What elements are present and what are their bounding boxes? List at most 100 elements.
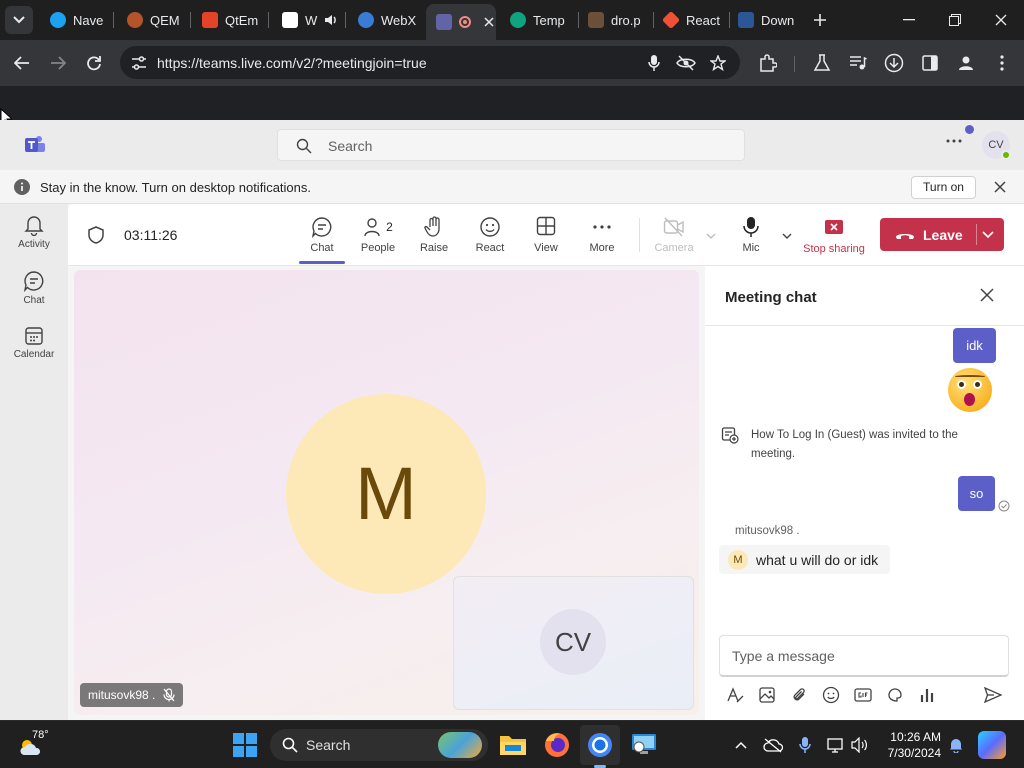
taskbar-clock[interactable]: 10:26 AM 7/30/2024: [885, 729, 941, 761]
dismiss-banner-icon[interactable]: [994, 181, 1006, 193]
astonished-emoji-icon[interactable]: [948, 368, 992, 412]
taskbar-firefox[interactable]: [543, 731, 571, 759]
notification-bell-icon[interactable]: [949, 737, 963, 753]
rail-item-calendar[interactable]: Calendar: [0, 326, 68, 360]
sticker-button[interactable]: [885, 685, 905, 705]
profile-button[interactable]: [954, 51, 978, 75]
mic-button[interactable]: Mic: [723, 216, 779, 254]
settings-more-button[interactable]: [946, 139, 962, 143]
stop-share-icon: [825, 220, 843, 234]
browser-tab[interactable]: QtEm: [192, 6, 264, 34]
browser-tab[interactable]: QEM: [117, 6, 187, 34]
downloads-button[interactable]: [882, 51, 906, 75]
raise-hand-button[interactable]: Raise: [406, 216, 462, 254]
camera-button[interactable]: Camera: [646, 216, 702, 254]
browser-tab-active[interactable]: [426, 4, 496, 40]
extensions-button[interactable]: [756, 51, 780, 75]
their-message-bubble[interactable]: M what u will do or idk: [719, 545, 891, 574]
close-window-button[interactable]: [986, 8, 1016, 32]
add-person-icon: [721, 427, 739, 444]
back-button[interactable]: [10, 51, 34, 75]
self-video-tile[interactable]: CV: [453, 576, 694, 710]
lab-button[interactable]: [810, 51, 834, 75]
tray-overflow-chevron-icon[interactable]: [735, 741, 747, 749]
browser-menu-button[interactable]: [990, 51, 1014, 75]
tab-title: QEM: [150, 12, 180, 28]
turn-on-notifications-button[interactable]: Turn on: [911, 176, 976, 199]
microphone-icon[interactable]: [648, 54, 660, 72]
poll-button[interactable]: [917, 685, 937, 705]
weather-widget[interactable]: 78°: [18, 729, 49, 759]
speaker-icon[interactable]: [851, 737, 869, 753]
meeting-chat-panel: Meeting chat idk How To Log In (Guest) w…: [705, 266, 1024, 720]
people-button[interactable]: 2 People: [350, 216, 406, 254]
taskbar-remote-desktop[interactable]: [630, 731, 658, 759]
participant-name: mitusovk98 .: [88, 688, 156, 702]
cloud-offline-icon[interactable]: [763, 737, 783, 753]
leave-meeting-button[interactable]: Leave: [880, 218, 1004, 251]
image-button[interactable]: [757, 685, 777, 705]
browser-tab[interactable]: Temp: [500, 6, 576, 34]
bell-icon: [24, 216, 44, 236]
taskbar-search[interactable]: Search: [270, 729, 488, 761]
browser-tab[interactable]: WebX: [348, 6, 422, 34]
mic-options-chevron-icon[interactable]: [782, 233, 792, 239]
browser-tab[interactable]: React: [653, 6, 727, 34]
view-button[interactable]: View: [518, 216, 574, 254]
emoji-button[interactable]: [821, 685, 841, 705]
tab-favicon: [661, 10, 681, 30]
rail-item-activity[interactable]: Activity: [0, 214, 68, 250]
control-label: React: [475, 242, 505, 254]
hand-raise-icon: [424, 216, 440, 237]
restore-button[interactable]: [940, 8, 970, 32]
microphone-in-use-icon[interactable]: [799, 736, 811, 754]
media-controls-button[interactable]: [846, 51, 870, 75]
rail-item-chat[interactable]: Chat: [0, 270, 68, 306]
close-tab-icon[interactable]: [484, 17, 494, 27]
chat-icon: [311, 217, 332, 238]
taskbar-file-explorer[interactable]: [499, 731, 527, 759]
shield-icon[interactable]: [88, 226, 104, 244]
minimize-button[interactable]: [894, 8, 924, 32]
tab-title: Nave: [73, 12, 104, 28]
reload-button[interactable]: [82, 51, 106, 75]
close-chat-icon[interactable]: [980, 288, 994, 302]
attach-button[interactable]: [789, 685, 809, 705]
address-bar[interactable]: https://teams.live.com/v2/?meetingjoin=t…: [120, 46, 740, 79]
stop-sharing-button[interactable]: Stop sharing: [800, 216, 868, 255]
user-avatar[interactable]: CV: [982, 131, 1011, 160]
my-message-bubble[interactable]: idk: [953, 328, 996, 363]
message-sender-name: mitusovk98 .: [735, 525, 800, 537]
format-button[interactable]: [725, 685, 745, 705]
tab-favicon: [282, 12, 298, 28]
browser-tab[interactable]: dro.p: [578, 6, 650, 34]
notification-text: Stay in the know. Turn on desktop notifi…: [40, 180, 311, 195]
camera-options-chevron-icon[interactable]: [706, 233, 716, 239]
browser-tab[interactable]: Down: [728, 6, 802, 34]
tab-search-button[interactable]: [5, 6, 33, 34]
start-button[interactable]: [231, 731, 259, 759]
browser-tab[interactable]: W: [272, 6, 340, 34]
more-actions-button[interactable]: More: [574, 216, 630, 254]
copilot-icon[interactable]: [978, 731, 1006, 759]
site-info-icon[interactable]: [131, 56, 147, 70]
teams-search-input[interactable]: Search: [277, 129, 745, 161]
forward-button[interactable]: [46, 51, 70, 75]
browser-tab[interactable]: Nave: [40, 6, 110, 34]
react-button[interactable]: React: [462, 216, 518, 254]
my-message-bubble[interactable]: so: [958, 476, 995, 511]
taskbar-chrome[interactable]: [580, 725, 620, 768]
message-input[interactable]: [720, 636, 1008, 675]
side-panel-button[interactable]: [918, 51, 942, 75]
send-button[interactable]: [983, 685, 1003, 705]
gif-button[interactable]: [853, 685, 873, 705]
tab-favicon: [202, 12, 218, 28]
star-icon[interactable]: [710, 55, 726, 71]
network-icon[interactable]: [827, 737, 845, 753]
eye-off-icon[interactable]: [676, 55, 696, 71]
new-tab-button[interactable]: [805, 8, 835, 32]
leave-options-chevron-icon[interactable]: [982, 231, 994, 238]
teams-logo-icon[interactable]: [24, 135, 46, 155]
chat-toggle-button[interactable]: Chat: [294, 216, 350, 264]
compose-box[interactable]: [719, 635, 1009, 677]
